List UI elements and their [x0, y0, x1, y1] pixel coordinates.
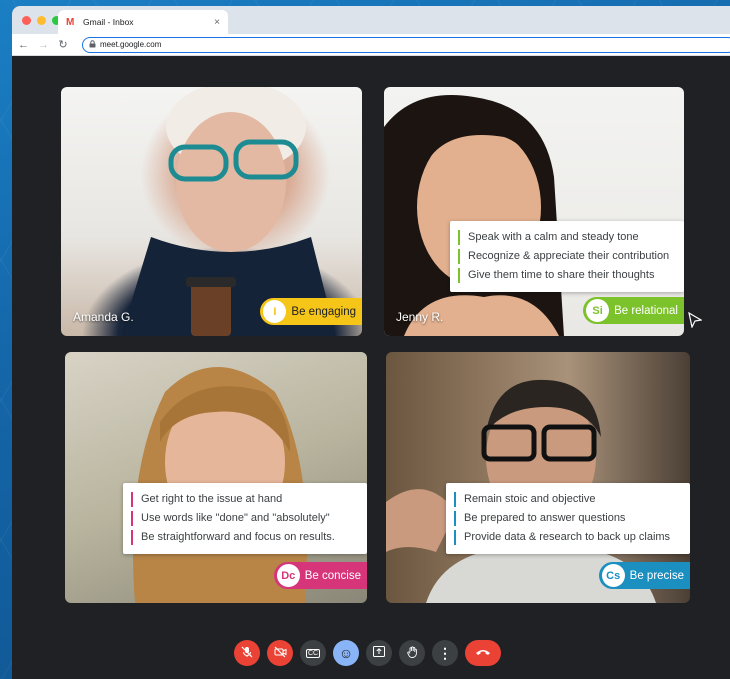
address-bar[interactable]: meet.google.com: [82, 36, 730, 53]
tab-title: Gmail - Inbox: [83, 17, 134, 27]
present-button[interactable]: [366, 640, 392, 666]
window-controls: [22, 16, 61, 25]
participant-tile[interactable]: Remain stoic and objective Be prepared t…: [386, 352, 690, 603]
back-button[interactable]: ←: [18, 39, 29, 51]
tips-card: Get right to the issue at hand Use words…: [123, 483, 367, 554]
captions-icon: CC: [305, 648, 321, 658]
badge-label: Be engaging: [291, 305, 356, 318]
meeting-controls: CC ☺ ⋮: [234, 640, 501, 666]
badge-label: Be concise: [304, 569, 361, 582]
participant-tile[interactable]: Get right to the issue at hand Use words…: [65, 352, 367, 603]
meet-area: Amanda G. I Be engaging Speak with a cal…: [12, 56, 730, 679]
emoji-button[interactable]: ☺: [333, 640, 359, 666]
badge-initials: Cs: [601, 564, 625, 587]
tab-close-icon[interactable]: ×: [214, 17, 220, 28]
more-options-button[interactable]: ⋮: [432, 640, 458, 666]
close-window-button[interactable]: [22, 16, 31, 25]
minimize-window-button[interactable]: [37, 16, 46, 25]
url-text: meet.google.com: [100, 40, 162, 49]
personality-badge: Si Be relational: [583, 297, 684, 324]
tip-item: Remain stoic and objective: [454, 492, 680, 507]
personality-badge: Dc Be concise: [273, 562, 367, 589]
emoji-icon: ☺: [338, 645, 354, 661]
camera-toggle-button[interactable]: [267, 640, 293, 666]
mic-toggle-button[interactable]: [234, 640, 260, 666]
captions-button[interactable]: CC: [300, 640, 326, 666]
tip-item: Use words like "done" and "absolutely": [131, 511, 357, 526]
tip-item: Get right to the issue at hand: [131, 492, 357, 507]
badge-initials: Si: [586, 299, 610, 322]
gmail-icon: M: [66, 16, 75, 28]
lock-icon: [89, 39, 96, 50]
tips-card: Speak with a calm and steady tone Recogn…: [450, 221, 684, 292]
hangup-icon: [475, 647, 491, 659]
tip-item: Be straightforward and focus on results.: [131, 530, 357, 545]
nav-bar: ← → ↻ meet.google.com: [12, 34, 730, 56]
raise-hand-button[interactable]: [399, 640, 425, 666]
present-icon: [373, 646, 385, 660]
badge-label: Be precise: [629, 569, 684, 582]
more-vert-icon: ⋮: [438, 644, 452, 661]
badge-initials: Dc: [276, 564, 300, 587]
tip-item: Speak with a calm and steady tone: [458, 230, 674, 245]
mic-off-icon: [241, 646, 253, 661]
tip-item: Recognize & appreciate their contributio…: [458, 249, 674, 264]
tip-item: Be prepared to answer questions: [454, 511, 680, 526]
tab-bar: M Gmail - Inbox ×: [12, 6, 730, 34]
tip-item: Give them time to share their thoughts: [458, 268, 674, 283]
reload-button[interactable]: ↻: [58, 38, 68, 51]
participant-tile[interactable]: Speak with a calm and steady tone Recogn…: [384, 87, 684, 336]
camera-off-icon: [274, 646, 287, 661]
browser-tab[interactable]: M Gmail - Inbox ×: [58, 10, 228, 34]
hand-icon: [406, 645, 418, 661]
participant-name: Jenny R.: [396, 310, 444, 324]
personality-badge: I Be engaging: [260, 298, 362, 325]
forward-button[interactable]: →: [38, 39, 49, 51]
participant-name: Amanda G.: [73, 310, 134, 324]
participant-tile[interactable]: Amanda G. I Be engaging: [61, 87, 362, 336]
personality-badge: Cs Be precise: [598, 562, 690, 589]
badge-label: Be relational: [614, 304, 678, 317]
tips-card: Remain stoic and objective Be prepared t…: [446, 483, 690, 554]
badge-initials: I: [263, 300, 287, 323]
browser-window: M Gmail - Inbox × ← → ↻ meet.google.com: [12, 6, 730, 679]
leave-call-button[interactable]: [465, 640, 501, 666]
tip-item: Provide data & research to back up claim…: [454, 530, 680, 545]
mouse-cursor-icon: [688, 311, 703, 333]
